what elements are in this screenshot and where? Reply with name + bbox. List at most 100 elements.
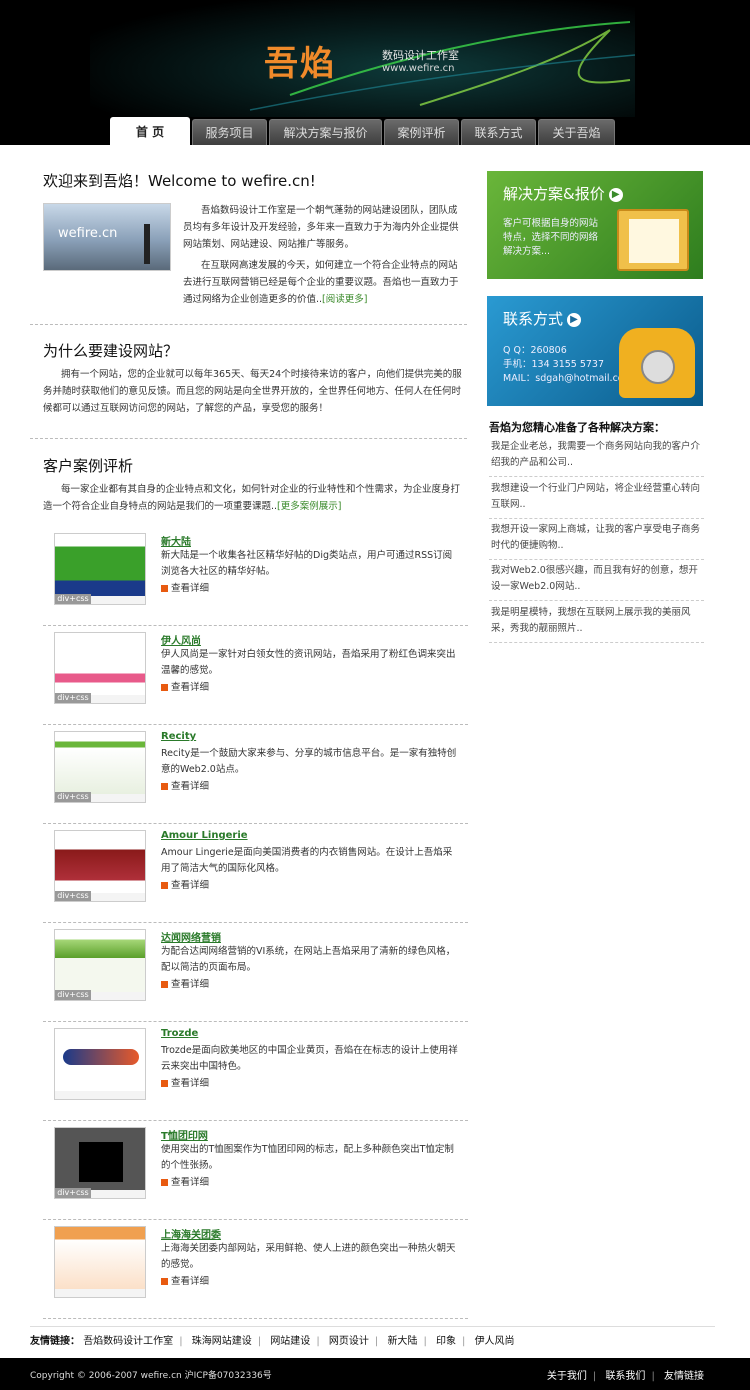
case-title[interactable]: Recity	[161, 731, 196, 742]
case-detail-label: 查看详细	[171, 682, 210, 693]
friend-link[interactable]: 珠海网站建设	[192, 1336, 252, 1347]
arrow-icon	[161, 1278, 168, 1285]
nav-about[interactable]: 关于吾焰	[538, 119, 615, 145]
divider	[43, 1021, 468, 1022]
why-paragraph: 拥有一个网站，您的企业就可以每年365天、每天24个时接待来访的客户，向他们提供…	[43, 369, 462, 414]
arrow-icon	[161, 684, 168, 691]
solutions-box[interactable]: 解决方案&报价 ▶ 客户可根据自身的网站特点，选择不同的网络解决方案...	[487, 171, 703, 279]
case-item: div+css Amour Lingerie Amour Lingerie是面向…	[43, 825, 468, 923]
welcome-image-text: wefire.cn	[58, 226, 118, 241]
arrow-icon	[161, 585, 168, 592]
telephone-icon	[619, 328, 695, 398]
case-thumbnail[interactable]	[54, 1226, 146, 1298]
case-thumbnail[interactable]: div+css	[54, 632, 146, 704]
case-item: div+css 伊人风尚 伊人风尚是一家针对白领女性的资讯网站，吾焰采用了粉红色…	[43, 627, 468, 725]
person-silhouette	[144, 224, 150, 264]
solution-item[interactable]: 我是明星模特，我想在互联网上展示我的美丽风采，秀我的靓丽照片..	[489, 605, 704, 643]
case-detail-link[interactable]: 查看详细	[161, 976, 209, 990]
case-detail-link[interactable]: 查看详细	[161, 778, 209, 792]
case-detail-label: 查看详细	[171, 979, 210, 990]
case-title[interactable]: 上海海关团委	[161, 1226, 221, 1241]
css-tag: div+css	[55, 891, 91, 901]
case-item: div+css T恤团印网 使用突出的T恤图案作为T恤团印网的标志，配上多种颜色…	[43, 1122, 468, 1220]
case-title[interactable]: Trozde	[161, 1028, 198, 1039]
case-detail-label: 查看详细	[171, 1078, 210, 1089]
arrow-icon	[161, 1179, 168, 1186]
arrow-icon	[161, 783, 168, 790]
cases-title: 客户案例评析	[43, 457, 134, 475]
case-title[interactable]: 新大陆	[161, 533, 191, 548]
nav-cases[interactable]: 案例评析	[384, 119, 459, 145]
contact-email[interactable]: MAIL：sdgah@hotmail.com	[503, 372, 633, 386]
case-detail-label: 查看详细	[171, 1177, 210, 1188]
case-thumbnail[interactable]: div+css	[54, 830, 146, 902]
solution-item[interactable]: 我是企业老总，我需要一个商务网站向我的客户介绍我的产品和公司..	[489, 439, 704, 477]
solution-item[interactable]: 我想建设一个行业门户网站，将企业经营重心转向互联网..	[489, 481, 704, 519]
case-item: div+css 新大陆 新大陆是一个收集各社区精华好帖的Dig类站点，用户可通过…	[43, 528, 468, 626]
notebook-icon	[617, 209, 689, 271]
contact-qq: Q Q：260806	[503, 345, 567, 356]
divider	[43, 1318, 468, 1319]
case-description: 使用突出的T恤图案作为T恤团印网的标志，配上多种颜色突出T恤定制的个性张扬。	[161, 1144, 454, 1171]
friend-links: 友情链接： 吾焰数码设计工作室 | 珠海网站建设 | 网站建设 | 网页设计 | 新大陆…	[30, 1336, 515, 1347]
friend-link[interactable]: 印象	[436, 1336, 456, 1347]
case-detail-link[interactable]: 查看详细	[161, 580, 209, 594]
case-description: Amour Lingerie是面向美国消费者的内衣销售网站。在设计上吾焰采用了简…	[161, 847, 453, 874]
case-thumbnail[interactable]	[54, 1028, 146, 1100]
welcome-paragraph-2-text: 在互联网高速发展的今天，如何建立一个符合企业特点的网站去进行互联网营销已经是每个…	[183, 260, 459, 305]
nav-home[interactable]: 首 页	[110, 117, 190, 145]
cases-intro: 每一家企业都有其自身的企业特点和文化，如何针对企业的行业特性和个性需求，为企业度…	[43, 481, 463, 515]
case-detail-label: 查看详细	[171, 1276, 210, 1287]
footer-contact-link[interactable]: 联系我们	[605, 1371, 645, 1382]
friend-links-label: 友情链接：	[30, 1336, 80, 1347]
case-title[interactable]: 伊人风尚	[161, 632, 201, 647]
copyright: Copyright © 2006-2007 wefire.cn 沪ICP备070…	[30, 1371, 272, 1381]
case-thumbnail[interactable]: div+css	[54, 1127, 146, 1199]
banner	[90, 0, 635, 117]
friend-link[interactable]: 吾焰数码设计工作室	[83, 1336, 173, 1347]
arrow-right-icon: ▶	[567, 312, 582, 327]
case-thumbnail[interactable]: div+css	[54, 929, 146, 1001]
more-cases-link[interactable]: [更多案例展示]	[277, 501, 341, 512]
case-detail-link[interactable]: 查看详细	[161, 1075, 209, 1089]
welcome-image: wefire.cn	[43, 203, 171, 271]
case-description: 伊人风尚是一家针对白领女性的资讯网站，吾焰采用了粉红色调来突出温馨的感觉。	[161, 649, 456, 676]
case-thumbnail[interactable]: div+css	[54, 731, 146, 803]
case-thumbnail[interactable]: div+css	[54, 533, 146, 605]
case-detail-label: 查看详细	[171, 583, 210, 594]
logo-url: www.wefire.cn	[382, 63, 455, 74]
nav-services[interactable]: 服务项目	[192, 119, 267, 145]
friend-link[interactable]: 新大陆	[387, 1336, 417, 1347]
footer-links: 关于我们 | 联系我们 | 友情链接	[546, 1371, 704, 1382]
case-detail-link[interactable]: 查看详细	[161, 679, 209, 693]
footer-friends-link[interactable]: 友情链接	[664, 1371, 704, 1382]
case-detail-link[interactable]: 查看详细	[161, 1273, 209, 1287]
friend-link[interactable]: 网页设计	[329, 1336, 369, 1347]
case-title[interactable]: 达闻网络营销	[161, 929, 221, 944]
nav-solutions[interactable]: 解决方案与报价	[269, 119, 382, 145]
case-detail-link[interactable]: 查看详细	[161, 877, 209, 891]
contact-box[interactable]: 联系方式 ▶ Q Q：260806 手机：134 3155 5737 MAIL：s…	[487, 296, 703, 406]
friend-link[interactable]: 网站建设	[270, 1336, 310, 1347]
friend-link[interactable]: 伊人风尚	[475, 1336, 515, 1347]
solution-item[interactable]: 我想开设一家网上商城，让我的客户享受电子商务时代的便捷购物..	[489, 522, 704, 560]
contact-info: Q Q：260806 手机：134 3155 5737 MAIL：sdgah@h…	[503, 344, 633, 386]
case-description: 上海海关团委内部网站，采用鲜艳、使人上进的颜色突出一种热火朝天的感觉。	[161, 1243, 456, 1270]
case-title[interactable]: T恤团印网	[161, 1127, 208, 1142]
footer-about-link[interactable]: 关于我们	[547, 1371, 587, 1382]
divider	[43, 1120, 468, 1121]
read-more-link[interactable]: [阅读更多]	[322, 294, 367, 305]
logo-subtitle: 数码设计工作室	[382, 49, 459, 62]
case-detail-link[interactable]: 查看详细	[161, 1174, 209, 1188]
case-description: Recity是一个鼓励大家来参与、分享的城市信息平台。是一家有独特创意的Web2…	[161, 748, 457, 775]
case-title[interactable]: Amour Lingerie	[161, 830, 248, 841]
arrow-icon	[161, 981, 168, 988]
footer: Copyright © 2006-2007 wefire.cn 沪ICP备070…	[0, 1358, 750, 1390]
contact-phone: 手机：134 3155 5737	[503, 359, 605, 370]
arrow-icon	[161, 1080, 168, 1087]
solution-item[interactable]: 我对Web2.0很感兴趣，而且我有好的创意，想开设一家Web2.0网站..	[489, 563, 704, 601]
nav-contact[interactable]: 联系方式	[461, 119, 536, 145]
divider	[43, 823, 468, 824]
logo[interactable]: 吾焰	[264, 36, 336, 85]
why-title: 为什么要建设网站？	[43, 342, 179, 360]
